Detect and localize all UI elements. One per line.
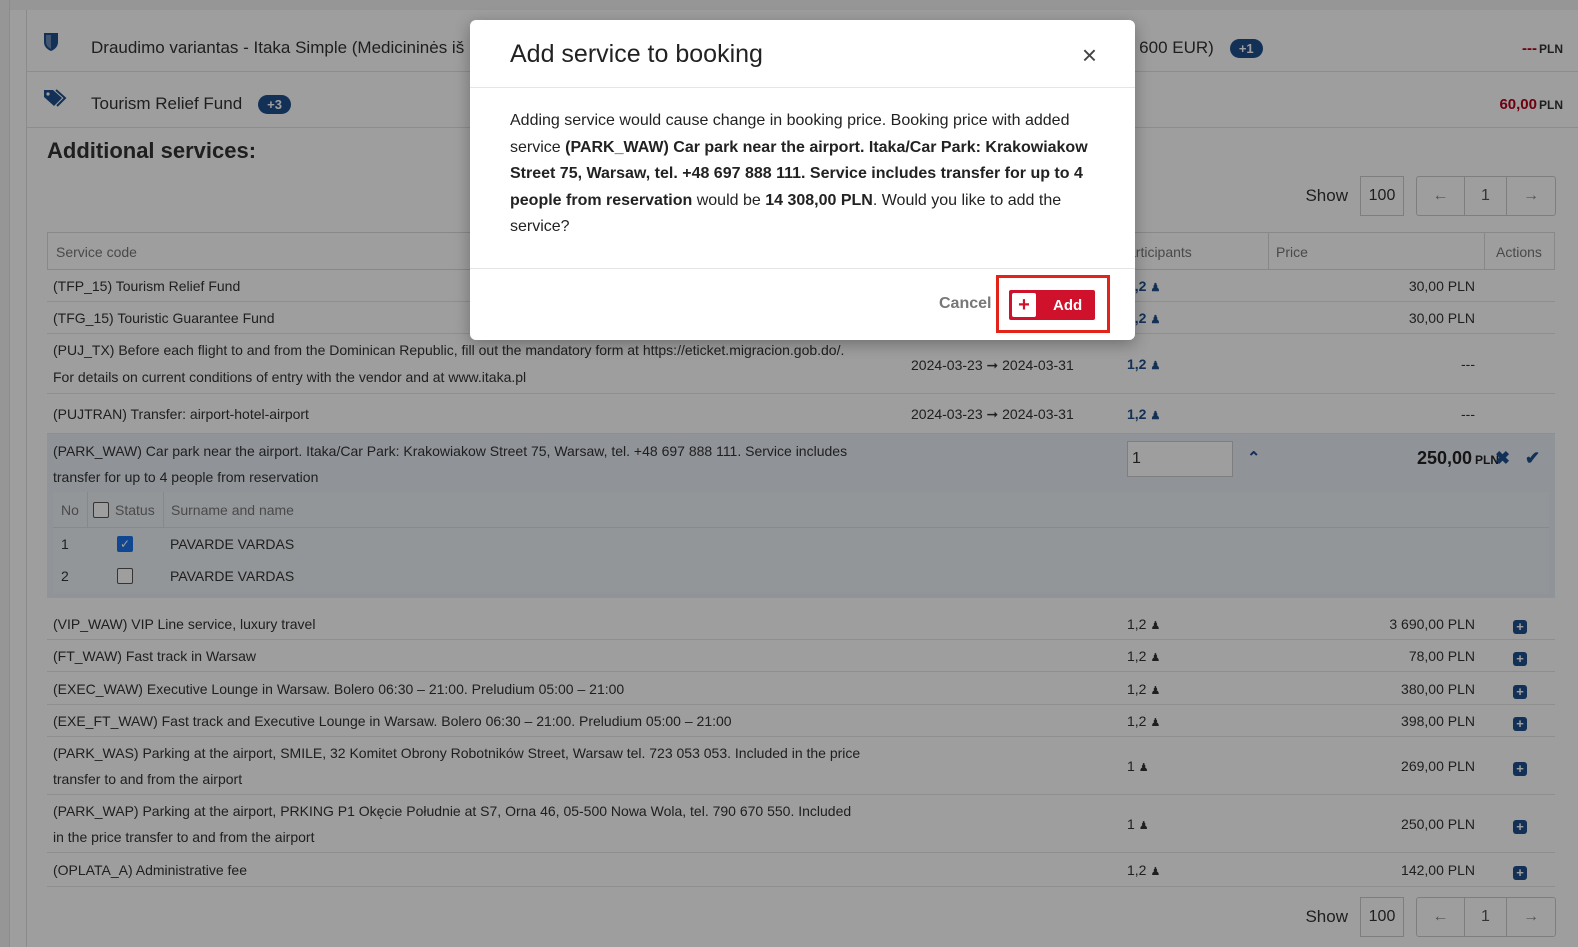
add-service-dialog: Add service to booking × Adding service …: [470, 20, 1135, 340]
close-icon[interactable]: ×: [1082, 42, 1097, 68]
dialog-footer: Cancel + Add: [470, 268, 1135, 340]
message-would-be: would be: [692, 191, 766, 209]
dialog-message: Adding service would cause change in boo…: [510, 108, 1110, 241]
add-button[interactable]: + Add: [1009, 290, 1095, 320]
dialog-title: Add service to booking: [510, 40, 763, 68]
cancel-button[interactable]: Cancel: [939, 295, 991, 313]
plus-icon: +: [1012, 293, 1036, 317]
dialog-header: Add service to booking ×: [470, 20, 1135, 88]
add-button-label: Add: [1053, 297, 1083, 314]
message-new-price: 14 308,00 PLN: [765, 191, 873, 209]
